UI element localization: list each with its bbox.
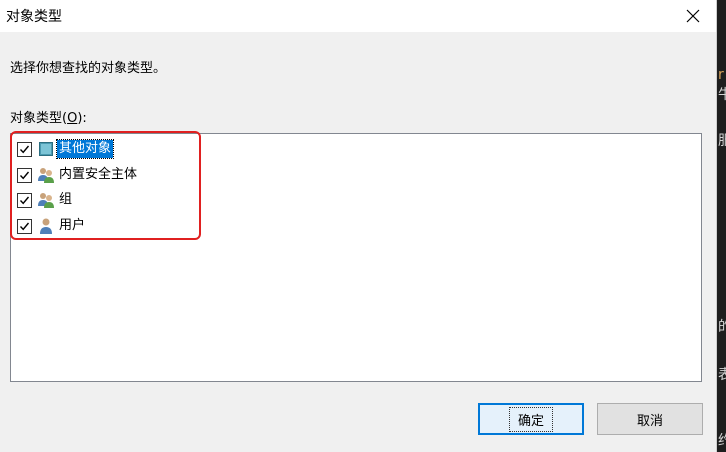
object-icon — [37, 140, 55, 158]
item-label-users: 用户 — [59, 218, 86, 233]
object-types-list[interactable]: 其他对象 内置安全主体 组 用户 — [10, 133, 702, 382]
group-icon — [37, 166, 55, 184]
close-icon — [686, 9, 700, 23]
object-types-label-accesskey: O — [67, 111, 78, 126]
checkbox-users[interactable] — [17, 218, 32, 234]
item-label-other-objects: 其他对象 — [55, 139, 115, 159]
item-label-builtin-security-principals: 内置安全主体 — [59, 167, 138, 182]
title-bar: 对象类型 — [0, 0, 716, 32]
editor-fragment: r — [718, 67, 724, 83]
close-button[interactable] — [670, 0, 716, 32]
object-types-label-suffix: ): — [77, 111, 87, 126]
list-item[interactable]: 其他对象 — [17, 138, 115, 160]
editor-fragment: 牛 — [718, 87, 726, 103]
object-types-label-prefix: 对象类型( — [10, 111, 68, 126]
list-item[interactable]: 组 — [17, 189, 74, 211]
checkbox-groups[interactable] — [17, 192, 32, 208]
checkmark-icon — [19, 171, 30, 179]
cancel-button-label: 取消 — [636, 413, 663, 429]
editor-fragment: 的 — [718, 319, 726, 335]
editor-fragment: 约 — [718, 433, 726, 449]
checkbox-builtin-security-principals[interactable] — [17, 167, 32, 183]
user-icon — [37, 217, 55, 235]
group-icon — [37, 191, 55, 209]
checkbox-other-objects[interactable] — [17, 141, 32, 157]
item-label-groups: 组 — [59, 192, 73, 207]
cancel-button[interactable]: 取消 — [597, 403, 703, 435]
ok-button[interactable]: 确定 — [478, 403, 584, 435]
object-types-dialog: 对象类型 选择你想查找的对象类型。 对象类型(O): 其他对象 内置安全主体 组… — [0, 0, 717, 452]
editor-fragment: 表 — [718, 367, 726, 383]
dialog-title: 对象类型 — [6, 9, 62, 25]
list-item[interactable]: 用户 — [17, 215, 87, 237]
checkmark-icon — [19, 145, 30, 153]
editor-fragment: 服 — [718, 133, 726, 149]
object-types-label: 对象类型(O): — [10, 107, 87, 126]
list-item[interactable]: 内置安全主体 — [17, 164, 139, 186]
instruction-text: 选择你想查找的对象类型。 — [10, 61, 167, 76]
background-editor-strip: r 牛 服 的 表 约 — [717, 0, 726, 452]
ok-button-label: 确定 — [508, 406, 553, 432]
checkmark-icon — [19, 196, 30, 204]
checkmark-icon — [19, 222, 30, 230]
